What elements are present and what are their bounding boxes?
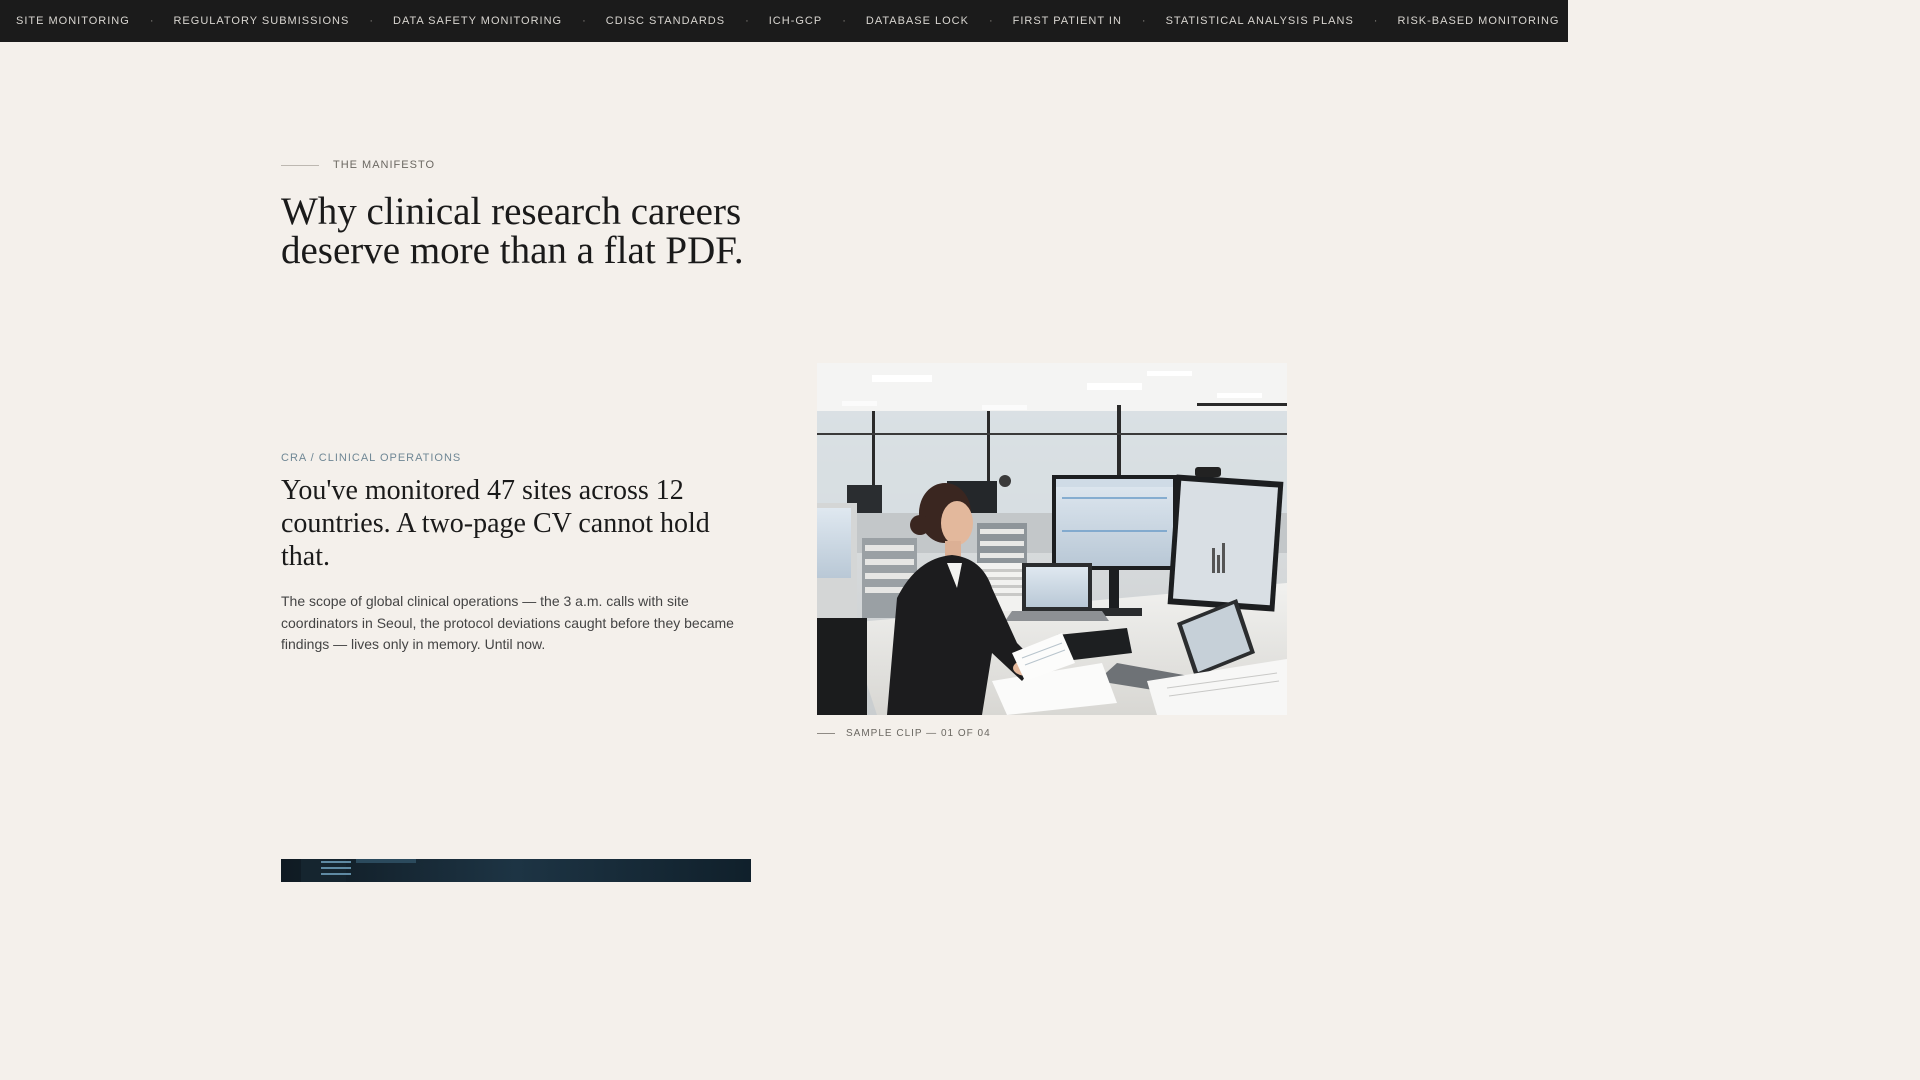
manifesto-title: Why clinical research careers deserve mo… [281, 190, 744, 272]
manifesto-eyebrow: THE MANIFESTO [281, 159, 435, 171]
next-clip-photo[interactable] [281, 859, 751, 882]
ticker-item-label: STATISTICAL ANALYSIS PLANS [1165, 15, 1354, 27]
ticker-separator: · [149, 15, 155, 27]
ticker-item: RISK-BASED MONITORING [1397, 15, 1559, 27]
ticker-item: DATABASE LOCK · [866, 15, 1013, 27]
caption-rule [817, 733, 835, 734]
ticker-separator: · [1141, 15, 1147, 27]
ticker-item-label: CDISC STANDARDS [605, 15, 726, 27]
ticker-item: REGULATORY SUBMISSIONS · [173, 15, 393, 27]
topic-ticker: SITE MONITORING · REGULATORY SUBMISSIONS · D… [0, 0, 1568, 42]
ticker-item: DATA SAFETY MONITORING · [393, 15, 606, 27]
office-photo-clip[interactable] [817, 363, 1287, 715]
ticker-item: SITE MONITORING · [16, 15, 173, 27]
ticker-track: SITE MONITORING · REGULATORY SUBMISSIONS · D… [0, 0, 1568, 42]
ticker-item: ICH-GCP · [769, 15, 866, 27]
feature-heading: You've monitored 47 sites across 12 coun… [281, 475, 710, 572]
eyebrow-label: THE MANIFESTO [333, 159, 436, 171]
office-scene-image [817, 363, 1287, 715]
ticker-separator: · [842, 15, 847, 27]
ticker-item-label: ICH-GCP [768, 15, 823, 27]
ticker-item-label: REGULATORY SUBMISSIONS [173, 15, 350, 27]
feature-body: The scope of global clinical operations … [281, 593, 734, 652]
ticker-item: CDISC STANDARDS · [606, 15, 769, 27]
ticker-item-label: DATABASE LOCK [865, 15, 969, 27]
ticker-separator: · [369, 15, 374, 27]
ticker-item: STATISTICAL ANALYSIS PLANS · [1166, 15, 1398, 27]
ticker-separator: · [1373, 15, 1379, 27]
ticker-item-label: RISK-BASED MONITORING [1397, 15, 1560, 27]
caption-label: SAMPLE CLIP — 01 OF 04 [846, 728, 991, 739]
server-room-image [281, 859, 751, 882]
ticker-item-label: FIRST PATIENT IN [1012, 15, 1122, 27]
ticker-separator: · [745, 15, 750, 27]
ticker-item: FIRST PATIENT IN · [1013, 15, 1166, 27]
eyebrow-rule [281, 164, 319, 166]
photo-caption: SAMPLE CLIP — 01 OF 04 [817, 728, 991, 739]
ticker-separator: · [582, 15, 587, 27]
feature-category: CRA / CLINICAL OPERATIONS [281, 452, 462, 464]
ticker-separator: · [988, 15, 994, 27]
ticker-item-label: SITE MONITORING [16, 15, 130, 27]
ticker-item-label: DATA SAFETY MONITORING [393, 15, 563, 27]
